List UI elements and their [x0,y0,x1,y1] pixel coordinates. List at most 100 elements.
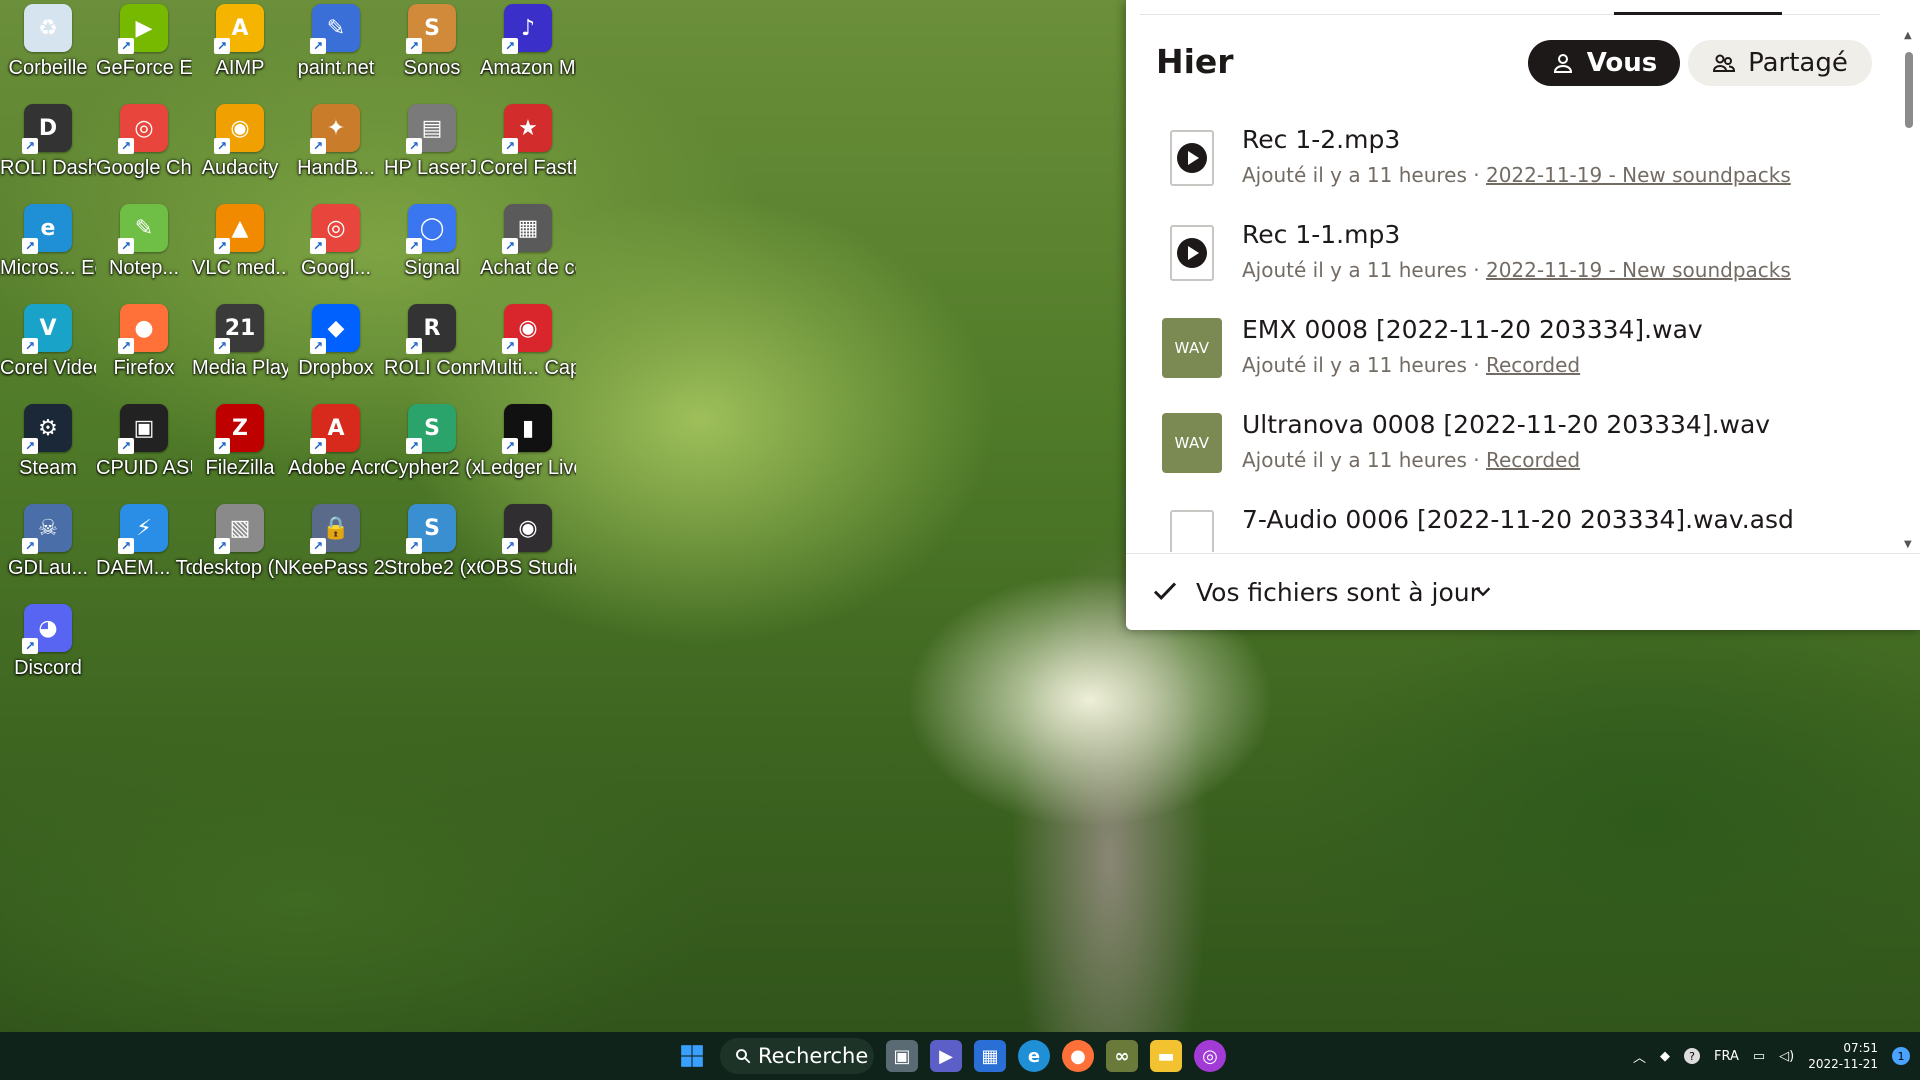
file-row[interactable]: Rec 1-2.mp3 Ajouté il y a 11 heures · 202… [1156,115,1896,210]
file-name[interactable]: EMX 0008 [2022-11-20 203334].wav [1242,315,1703,344]
shortcut-label: desktop (Nouv... [192,557,288,579]
scroll-down-arrow-icon[interactable]: ▼ [1904,539,1912,550]
volume-icon[interactable]: ◁) [1779,1049,1794,1064]
search-icon [736,1049,751,1064]
desktop-shortcut[interactable]: ⚡↗ DAEM... Tools ... [96,500,192,583]
desktop-shortcut[interactable]: ▤↗ HP LaserJ... [384,100,480,183]
shortcut-label: HP LaserJ... [384,157,480,179]
dropbox-tray-icon[interactable]: ◆ [1660,1049,1670,1064]
file-name[interactable]: Rec 1-2.mp3 [1242,125,1400,154]
taskbar-search-box[interactable]: Recherche [720,1038,874,1074]
desktop-shortcut[interactable]: R↗ ROLI Connect [384,300,480,383]
file-name[interactable]: 7-Audio 0006 [2022-11-20 203334].wav.asd [1242,505,1794,534]
desktop-shortcut[interactable]: ◆ ↗ Dropbox [288,300,384,383]
file-name[interactable]: Ultranova 0008 [2022-11-20 203334].wav [1242,410,1770,439]
desktop-shortcut[interactable]: ◎↗ Google Chrome [96,100,192,183]
shortcut-label: Sonos [403,57,461,79]
file-row[interactable]: 7-Audio 0006 [2022-11-20 203334].wav.asd [1156,495,1896,552]
help-tray-icon[interactable]: ? [1683,1048,1700,1064]
desktop-shortcut[interactable]: A↗ Adobe Acrobat [288,400,384,483]
teams-chat-icon[interactable]: ▶ [930,1040,962,1072]
folder-link[interactable]: 2022-11-19 - New soundpacks [1486,163,1791,187]
filter-you-label: Vous [1586,48,1658,78]
file-row[interactable]: WAV Ultranova 0008 [2022-11-20 203334].wa… [1156,400,1896,495]
file-row[interactable]: Rec 1-1.mp3 Ajouté il y a 11 heures · 202… [1156,210,1896,305]
app-icon: ♪ ↗ [502,4,552,54]
shortcut-arrow-icon: ↗ [22,438,38,454]
desktop-shortcut[interactable]: ▮ ↗ Ledger Live [480,400,576,483]
desktop-shortcut[interactable]: ◯ ↗ Signal [384,200,480,283]
desktop-shortcut[interactable]: A ↗ AIMP [192,0,288,83]
folder-link[interactable]: Recorded [1486,353,1580,377]
filter-shared-button[interactable]: Partagé [1688,40,1872,86]
desktop-shortcut[interactable]: ☠ ↗ GDLau... [0,500,96,583]
app-icon: ★ ↗ [502,104,552,154]
desktop-shortcut[interactable]: ✎ ↗ paint.net [288,0,384,83]
app-icon: ✎ ↗ [310,4,360,54]
app-icon: ▣ ↗ [118,404,168,454]
wav-file-icon: WAV [1162,318,1222,378]
network-icon[interactable]: ▭ [1753,1049,1765,1064]
shortcut-arrow-icon: ↗ [214,538,230,554]
app-icon: e ↗ [22,204,72,254]
desktop-shortcut[interactable]: 🔒 ↗ KeePass 2 [288,500,384,583]
shortcut-label: Google Chrome [96,157,192,179]
desktop-shortcut[interactable]: ★↗ Corel FastFli... [480,100,576,183]
folder-link[interactable]: 2022-11-19 - New soundpacks [1486,258,1791,282]
desktop-shortcut[interactable]: ▣↗ CPUID ASU... [96,400,192,483]
desktop-shortcut[interactable]: e↗ Micros... Edge [0,200,96,283]
show-hidden-icons-chevron-icon[interactable]: ︿ [1633,1047,1646,1066]
edge-icon[interactable]: e [1018,1040,1050,1072]
desktop-shortcut[interactable]: ◕ ↗ Discord [0,600,96,683]
desktop-shortcut[interactable]: ◉ ↗ OBS Studio [480,500,576,583]
desktop-shortcut[interactable]: ✦ ↗ HandB... [288,100,384,183]
clock[interactable]: 07:51 2022-11-21 [1808,1040,1878,1072]
app-icon: ◕ ↗ [22,604,72,654]
desktop-shortcut[interactable]: ✎ ↗ Notep... [96,200,192,283]
desktop-shortcut[interactable]: ⚙ ↗ Steam [0,400,96,483]
desktop-shortcut[interactable]: V↗ Corel VideoS... [0,300,96,383]
desktop-shortcut[interactable]: ◉ ↗ Audacity [192,100,288,183]
store-icon[interactable]: ▦ [974,1040,1006,1072]
shortcut-arrow-icon: ↗ [22,238,38,254]
chevron-down-icon[interactable] [1472,580,1494,602]
desktop-shortcut[interactable]: ▧↗ desktop (Nouv... [192,500,288,583]
filter-you-button[interactable]: Vous [1528,40,1680,86]
notification-badge[interactable]: 1 [1892,1047,1910,1065]
app-icon: ▲ ↗ [214,204,264,254]
shortcut-label: Dropbox [298,357,374,379]
scroll-up-arrow-icon[interactable]: ▲ [1904,30,1912,41]
desktop-shortcut[interactable]: ▲ ↗ VLC med... [192,200,288,283]
desktop-shortcut[interactable]: ◉↗ Multi... Captu... [480,300,576,383]
firefox-icon[interactable]: ● [1062,1040,1094,1072]
desktop-shortcut[interactable]: Z ↗ FileZilla [192,400,288,483]
folder-link[interactable]: Recorded [1486,448,1580,472]
file-name[interactable]: Rec 1-1.mp3 [1242,220,1400,249]
file-row[interactable]: WAV EMX 0008 [2022-11-20 203334].wav Ajout… [1156,305,1896,400]
desktop-shortcut[interactable]: S ↗ Sonos [384,0,480,83]
check-icon [1153,582,1177,601]
desktop-shortcut[interactable]: 21↗ Media Player... [192,300,288,383]
scrollbar[interactable]: ▲ ▼ [1902,30,1916,550]
desktop-shortcut[interactable]: S↗ Strobe2 (x64) [384,500,480,583]
app-icon[interactable]: ∞ [1106,1040,1138,1072]
desktop-shortcut[interactable]: ♻ Corbeille [0,0,96,83]
app2-icon[interactable]: ◎ [1194,1040,1226,1072]
task-view-icon[interactable]: ▣ [886,1040,918,1072]
shortcut-label: Audacity [201,157,279,179]
desktop-shortcut[interactable]: S↗ Cypher2 (x64) [384,400,480,483]
desktop-shortcut[interactable]: ▦↗ Achat de conso... [480,200,576,283]
desktop-shortcut[interactable]: ♪↗ Amazon Music [480,0,576,83]
language-indicator[interactable]: FRA [1714,1049,1739,1064]
desktop-shortcut[interactable]: ▶↗ GeForce Experi... [96,0,192,83]
file-explorer-icon[interactable]: ▬ [1150,1040,1182,1072]
desktop-shortcut[interactable]: ◎ ↗ Googl... [288,200,384,283]
scrollbar-thumb[interactable] [1905,52,1913,128]
shortcut-arrow-icon: ↗ [118,38,134,54]
start-icon[interactable] [676,1040,708,1072]
sync-status-bar[interactable]: Vos fichiers sont à jour [1126,553,1920,630]
desktop-shortcut[interactable]: D↗ ROLI Dashb... [0,100,96,183]
desktop-shortcut[interactable]: ● ↗ Firefox [96,300,192,383]
taskbar-pinned-area: Recherche ▣ ▶ ▦ e ● ∞ ▬ ◎ [676,1032,1226,1080]
shortcut-arrow-icon: ↗ [22,138,38,154]
